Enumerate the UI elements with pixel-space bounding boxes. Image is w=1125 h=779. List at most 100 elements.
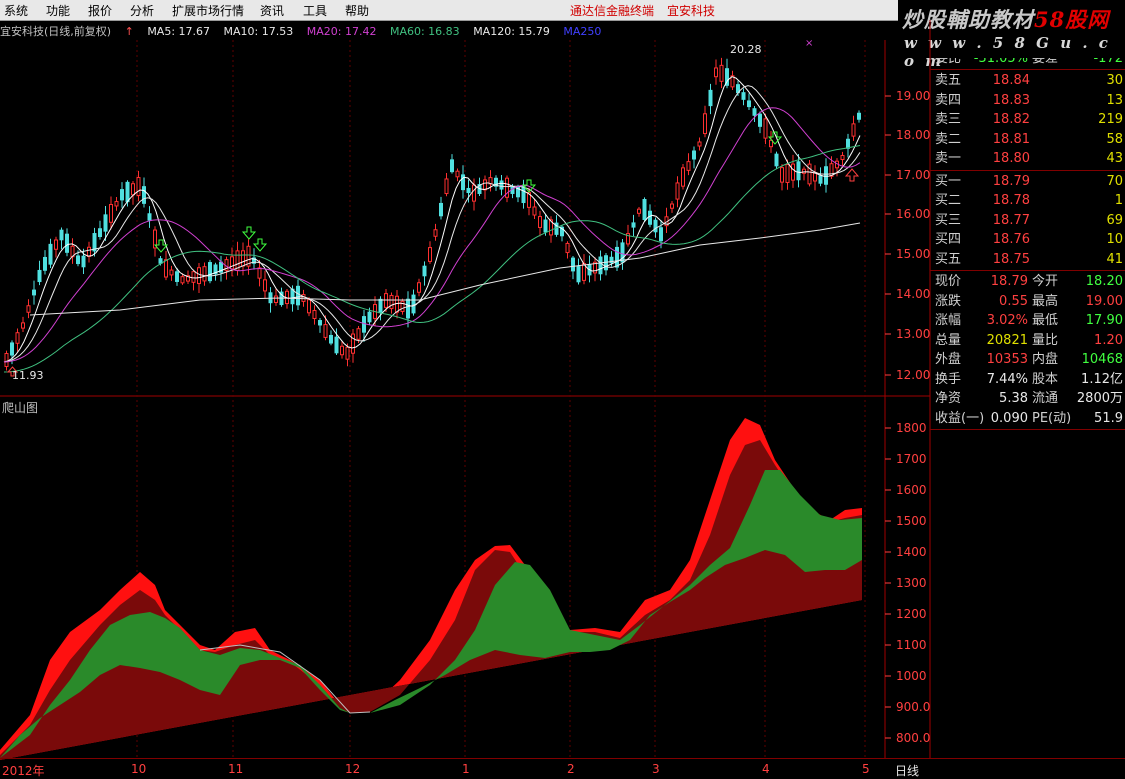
price-tick-label: 15.00 <box>896 247 931 261</box>
quote-value-2: 18.20 <box>1085 274 1123 289</box>
candle-body <box>54 239 58 250</box>
quote-label-2: 最低 <box>1032 313 1059 328</box>
candle-body <box>703 113 707 135</box>
candle-body <box>824 166 828 185</box>
candle-body <box>857 112 861 120</box>
candle-body <box>26 305 31 313</box>
candle-body <box>796 161 801 181</box>
candle-body <box>65 233 69 253</box>
sell-level-label: 卖一 <box>935 151 962 166</box>
sell-volume: 43 <box>1106 151 1123 166</box>
sell-row: 卖二 18.81 58 <box>930 130 1125 150</box>
x-label-3: 3 <box>652 762 660 776</box>
buy-level-label: 买三 <box>935 212 962 228</box>
candle-body <box>191 271 196 283</box>
candle-body <box>741 92 746 100</box>
buy-volume: 10 <box>1106 232 1123 247</box>
quote-value-2: 2800万 <box>1076 391 1123 406</box>
sell-level-label: 卖二 <box>935 131 962 147</box>
candle-body <box>417 282 421 293</box>
candle-body <box>576 266 581 283</box>
candle-body <box>109 203 113 223</box>
candle-body <box>846 138 850 149</box>
candle-body <box>631 222 636 228</box>
candle-body <box>389 294 394 310</box>
indicator-tick-label: 1100 <box>896 638 927 652</box>
quote-value-2: 19.00 <box>1085 293 1123 309</box>
x-label-2: 2 <box>567 762 575 776</box>
candle-body <box>312 309 317 320</box>
price-tick-label: 12.00 <box>896 368 931 382</box>
candle-body <box>15 332 20 344</box>
candle-body <box>785 164 790 183</box>
candle-body <box>752 108 757 116</box>
quote-value-2: 51.9 <box>1094 410 1123 426</box>
buy-row: 买三 18.77 69 <box>930 211 1125 231</box>
candle-body <box>472 184 476 202</box>
quote-value-2: 17.90 <box>1085 313 1123 328</box>
candle-body <box>334 336 339 354</box>
candle-body <box>103 214 108 232</box>
quote-row: 涨跌 0.55 最高 19.00 <box>930 292 1125 312</box>
candle-body <box>433 229 438 237</box>
x-label-12: 12 <box>345 762 361 776</box>
quote-label-2: PE(动) <box>1032 410 1072 426</box>
candle-body <box>802 168 806 174</box>
indicator-tick-label: 1300 <box>896 576 927 590</box>
candle-body <box>670 203 674 209</box>
indicator-tick-label: 1200 <box>896 607 927 621</box>
quote-label: 总量 <box>935 332 962 348</box>
x-label-1: 1 <box>462 762 470 776</box>
x-label-11: 11 <box>228 762 244 776</box>
sell-level-label: 卖四 <box>935 92 962 108</box>
candle-body <box>340 345 344 356</box>
quote-row: 总量 20821 量比 1.20 <box>930 331 1125 351</box>
candle-body <box>37 269 42 283</box>
candle-body <box>48 243 53 265</box>
candle-body <box>81 255 86 268</box>
high-price-label: 20.28 <box>730 43 762 56</box>
candlesticks <box>4 57 861 371</box>
quote-label: 外盘 <box>935 352 962 367</box>
buy-row: 买五 18.75 41 <box>930 250 1125 270</box>
candle-body <box>136 177 141 196</box>
buy-price: 18.78 <box>992 193 1030 208</box>
sell-volume: 219 <box>1098 112 1123 127</box>
candle-body <box>747 100 751 108</box>
quote-value: 0.090 <box>990 410 1028 426</box>
quote-label-2: 股本 <box>1032 371 1059 387</box>
quote-value-2: 1.20 <box>1094 332 1123 348</box>
buy-price: 18.76 <box>992 232 1030 247</box>
buy-level-label: 买四 <box>935 232 962 247</box>
candle-body <box>532 206 537 216</box>
candle-body <box>774 153 779 167</box>
candle-body <box>92 233 97 252</box>
candle-body <box>642 199 647 220</box>
quote-label: 现价 <box>935 274 962 289</box>
low-price-label: 11.93 <box>12 369 44 382</box>
sell-price: 18.83 <box>992 92 1030 108</box>
trade-signal-icons <box>6 131 860 377</box>
candle-body <box>59 229 64 241</box>
buy-level-label: 买五 <box>935 251 962 267</box>
candle-body <box>697 141 702 147</box>
indicator-tick-label: 1000 <box>896 669 927 683</box>
candle-body <box>329 334 333 344</box>
candle-body <box>318 320 322 326</box>
candle-body <box>714 67 718 78</box>
quote-row: 收益(一) 0.090 PE(动) 51.9 <box>930 409 1125 429</box>
candle-body <box>131 183 135 196</box>
period-label[interactable]: 日线 <box>895 762 919 779</box>
sell-price: 18.84 <box>992 73 1030 88</box>
candle-body <box>120 189 124 201</box>
quote-label: 涨跌 <box>935 293 962 309</box>
x-label-2012: 2012年 <box>2 764 45 778</box>
candle-body <box>323 324 328 338</box>
candle-body <box>466 187 471 194</box>
candle-body <box>675 182 680 200</box>
quote-row: 外盘 10353 内盘 10468 <box>930 350 1125 370</box>
candle-body <box>356 328 361 340</box>
indicator-label: 爬山图 <box>2 401 39 415</box>
x-label-5: 5 <box>862 762 870 776</box>
candle-body <box>4 353 9 367</box>
